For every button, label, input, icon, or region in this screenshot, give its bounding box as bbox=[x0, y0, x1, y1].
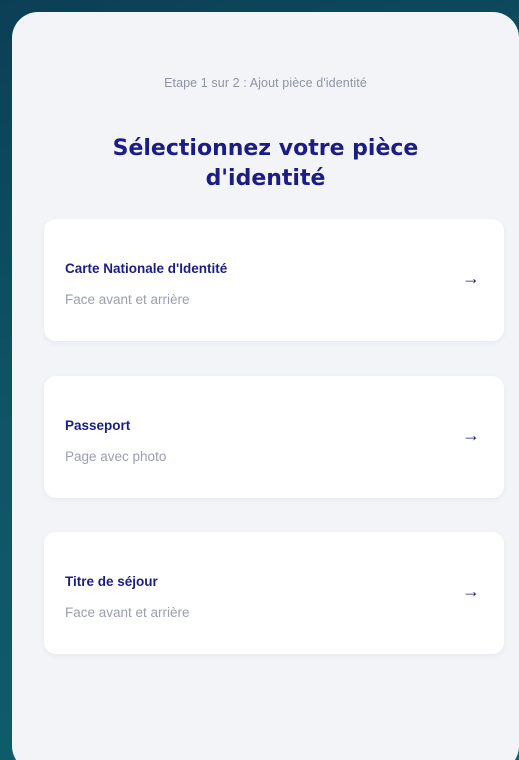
page-title: Sélectionnez votre pièce d'identité bbox=[112, 136, 419, 191]
option-description: Face avant et arrière bbox=[65, 292, 190, 307]
option-label: Carte Nationale d'Identité bbox=[65, 261, 228, 276]
step-indicator: Etape 1 sur 2 : Ajout pièce d'identité bbox=[164, 76, 367, 90]
arrow-right-icon: → bbox=[462, 581, 480, 601]
option-label: Passeport bbox=[65, 418, 131, 433]
option-titre-de-sejour[interactable]: Titre de séjour Face avant et arrière → bbox=[44, 532, 504, 654]
option-description: Face avant et arrière bbox=[65, 605, 190, 620]
option-carte-nationale-identite[interactable]: Carte Nationale d'Identité Face avant et… bbox=[44, 219, 504, 341]
option-label: Titre de séjour bbox=[65, 574, 158, 589]
arrow-right-icon: → bbox=[462, 268, 480, 288]
id-selection-card: Etape 1 sur 2 : Ajout pièce d'identité S… bbox=[12, 12, 519, 760]
option-description: Page avec photo bbox=[65, 449, 167, 464]
arrow-right-icon: → bbox=[462, 425, 480, 445]
option-passeport[interactable]: Passeport Page avec photo → bbox=[44, 376, 504, 498]
